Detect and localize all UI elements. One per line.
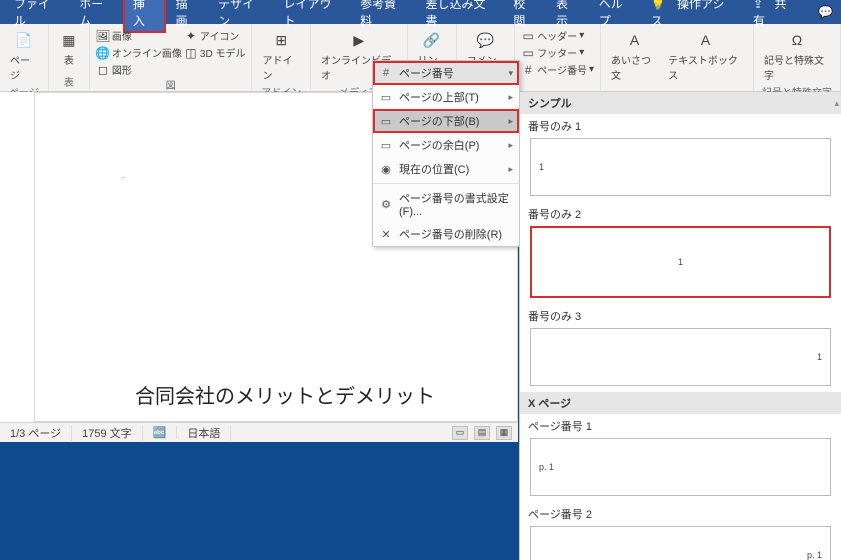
greeting-button[interactable]: Aあいさつ文: [607, 28, 662, 84]
chevron-right-icon: ▸: [508, 92, 513, 103]
3d-icon: ◫: [184, 46, 198, 60]
gear-icon: ⚙: [379, 198, 393, 211]
ribbon-group-pages: 📄ページ ページ: [0, 24, 49, 91]
view-read-button[interactable]: ▭: [452, 426, 468, 440]
statusbar-right: ▭ ▤ ▦: [452, 426, 518, 440]
chevron-right-icon: ▸: [508, 116, 513, 127]
chevron-right-icon: ▸: [508, 164, 513, 175]
menu-current-position[interactable]: ◉ 現在の位置(C) ▸: [373, 157, 519, 181]
margin-icon: ▭: [379, 139, 393, 152]
shapes-button[interactable]: ◻図形: [96, 62, 182, 77]
shapes-icon: ◻: [96, 63, 110, 77]
gallery-option-plain-2[interactable]: 番号のみ 2 1: [520, 202, 841, 304]
view-web-button[interactable]: ▦: [496, 426, 512, 440]
ribbon-group-illustrations: 🖼画像 🌐オンライン画像 ◻図形 ✦アイコン ◫3D モデル 図: [90, 24, 253, 91]
status-language[interactable]: 日本語: [177, 425, 231, 441]
position-icon: ◉: [379, 163, 393, 176]
pagenum-icon: #: [379, 67, 393, 79]
link-icon: 🔗: [422, 30, 442, 50]
gallery-option-plain-3[interactable]: 番号のみ 3 1: [520, 304, 841, 392]
status-spellcheck[interactable]: 🔤: [143, 426, 178, 439]
page-number-button[interactable]: #ページ番号 ▾: [521, 62, 594, 77]
table-button[interactable]: ▦表: [55, 28, 83, 69]
greeting-icon: A: [625, 30, 645, 50]
ribbon-group-header-footer: ▭ヘッダー ▾ ▭フッター ▾ #ページ番号 ▾: [515, 24, 601, 91]
chevron-right-icon: ▸: [508, 140, 513, 151]
pagenum-icon: #: [521, 63, 535, 77]
separator: [373, 183, 519, 184]
header-icon: ▭: [521, 29, 535, 43]
menu-top-of-page[interactable]: ▭ ページの上部(T) ▸: [373, 85, 519, 109]
comment-icon: 💬: [475, 30, 495, 50]
gallery-option-pagenum-2[interactable]: ページ番号 2 p. 1: [520, 502, 841, 560]
symbol-button[interactable]: Ω記号と特殊文字: [760, 28, 834, 84]
statusbar: 1/3 ページ 1759 文字 🔤 日本語 ▭ ▤ ▦: [0, 422, 518, 442]
ribbon-group-text: Aあいさつ文 Aテキストボックス: [601, 24, 754, 91]
menu-remove-page-numbers[interactable]: ✕ ページ番号の削除(R): [373, 222, 519, 246]
page-icon: 📄: [14, 30, 34, 50]
gallery-option-plain-1[interactable]: 番号のみ 1 1: [520, 114, 841, 202]
menu-format-page-numbers[interactable]: ⚙ ページ番号の書式設定(F)...: [373, 186, 519, 222]
addins-button[interactable]: ⊞アドイン: [258, 28, 304, 84]
menubar: ファイル ホーム 挿入 描画 デザイン レイアウト 参考資料 差し込み文書 校閲…: [0, 0, 841, 24]
table-icon: ▦: [59, 30, 79, 50]
ribbon-group-addins: ⊞アドイン アドイン: [252, 24, 311, 91]
header-button[interactable]: ▭ヘッダー ▾: [521, 28, 594, 43]
textbox-icon: A: [696, 30, 716, 50]
menu-bottom-of-page[interactable]: ▭ ページの下部(B) ▸: [373, 109, 519, 133]
document-heading: 合同会社のメリットとデメリット: [135, 380, 435, 409]
group-label: 表: [64, 74, 74, 89]
pictures-button[interactable]: 🖼画像: [96, 28, 182, 43]
icons-button[interactable]: ✦アイコン: [184, 28, 246, 43]
online-picture-icon: 🌐: [96, 46, 110, 60]
addin-icon: ⊞: [271, 30, 291, 50]
page-number-trigger[interactable]: # ページ番号 ▾: [373, 61, 519, 85]
status-page[interactable]: 1/3 ページ: [0, 425, 72, 441]
status-words[interactable]: 1759 文字: [72, 425, 143, 441]
chevron-down-icon: ▾: [508, 68, 513, 79]
group-label: 図: [166, 77, 176, 92]
footer-icon: ▭: [521, 46, 535, 60]
desktop-area: [0, 442, 518, 560]
video-icon: ▶: [349, 30, 369, 50]
gallery-section-simple: シンプル: [520, 92, 841, 114]
icons-icon: ✦: [184, 29, 198, 43]
gallery-section-xpage: X ページ: [520, 392, 841, 414]
textbox-button[interactable]: Aテキストボックス: [664, 28, 747, 84]
footer-button[interactable]: ▭フッター ▾: [521, 45, 594, 60]
top-icon: ▭: [379, 91, 393, 104]
menu-page-margins[interactable]: ▭ ページの余白(P) ▸: [373, 133, 519, 157]
margin-mark: ⌐: [121, 173, 127, 184]
pages-button[interactable]: 📄ページ: [6, 28, 42, 84]
ribbon-group-symbols: Ω記号と特殊文字 記号と特殊文字: [754, 24, 841, 91]
gallery-option-pagenum-1[interactable]: ページ番号 1 p. 1: [520, 414, 841, 502]
view-print-button[interactable]: ▤: [474, 426, 490, 440]
scroll-up-icon[interactable]: ▴: [834, 98, 839, 109]
comments-toggle[interactable]: 💬: [810, 1, 841, 23]
remove-icon: ✕: [379, 228, 393, 241]
omega-icon: Ω: [787, 30, 807, 50]
bottom-icon: ▭: [379, 115, 393, 128]
ribbon-group-table: ▦表 表: [49, 24, 90, 91]
picture-icon: 🖼: [96, 29, 110, 43]
3d-models-button[interactable]: ◫3D モデル: [184, 45, 246, 60]
page-number-gallery: シンプル 番号のみ 1 1 番号のみ 2 1 番号のみ 3 1 X ページ ペー…: [519, 92, 841, 560]
page-number-menu: # ページ番号 ▾ ▭ ページの上部(T) ▸ ▭ ページの下部(B) ▸ ▭ …: [372, 60, 520, 247]
online-pictures-button[interactable]: 🌐オンライン画像: [96, 45, 182, 60]
